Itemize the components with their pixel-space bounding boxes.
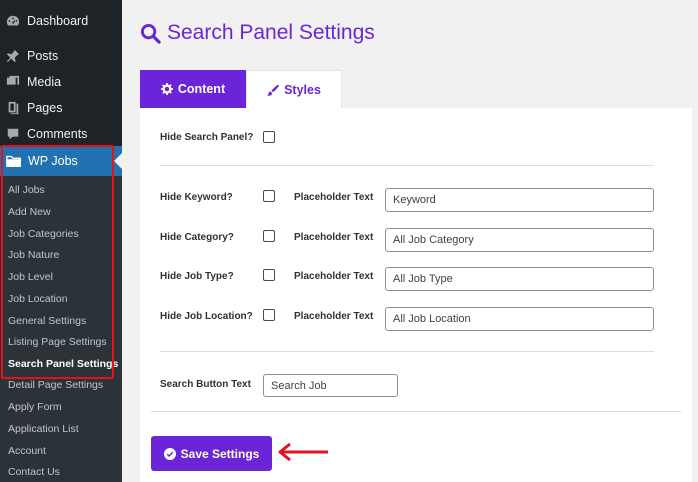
menu-item-label: Comments	[27, 127, 88, 141]
paint-brush-icon	[267, 84, 280, 96]
page-title-text: Search Panel Settings	[167, 21, 375, 44]
folder-icon	[6, 154, 22, 168]
divider	[160, 351, 654, 352]
hide-job-location-checkbox[interactable]	[263, 309, 275, 321]
menu-item-label: WP Jobs	[28, 154, 78, 168]
hide-keyword-checkbox[interactable]	[263, 190, 275, 202]
menu-item-label: Posts	[27, 49, 59, 63]
submenu-job-nature[interactable]: Job Nature	[8, 249, 59, 261]
tab-label: Styles	[284, 82, 321, 97]
submenu-job-categories[interactable]: Job Categories	[8, 228, 79, 240]
tab-label: Content	[177, 82, 226, 96]
submenu-job-level[interactable]: Job Level	[8, 271, 53, 283]
search-button-text-label: Search Button Text	[160, 379, 251, 390]
hide-job-type-label: Hide Job Type?	[160, 271, 234, 282]
tab-styles[interactable]: Styles	[246, 70, 342, 108]
hide-category-checkbox[interactable]	[263, 230, 275, 242]
pin-icon	[6, 49, 20, 63]
submenu-general-settings[interactable]: General Settings	[8, 315, 86, 327]
admin-sidebar: Dashboard Posts Media Pages Comments WP …	[0, 0, 122, 482]
save-settings-label: Save Settings	[180, 446, 260, 461]
comment-icon	[6, 127, 20, 141]
menu-item-pages[interactable]: Pages	[0, 95, 122, 121]
menu-item-posts[interactable]: Posts	[0, 43, 122, 69]
submenu-job-location[interactable]: Job Location	[8, 293, 68, 305]
submenu-search-panel-settings[interactable]: Search Panel Settings	[8, 358, 118, 370]
submenu-detail-page-settings[interactable]: Detail Page Settings	[8, 379, 103, 391]
submenu-contact-us[interactable]: Contact Us	[8, 466, 60, 478]
save-settings-button[interactable]: Save Settings	[151, 436, 272, 471]
divider	[160, 165, 654, 166]
hide-search-panel-checkbox[interactable]	[263, 131, 275, 143]
placeholder-text-label: Placeholder Text	[294, 271, 374, 282]
submenu-listing-page-settings[interactable]: Listing Page Settings	[8, 336, 107, 348]
submenu-apply-form[interactable]: Apply Form	[8, 401, 62, 413]
submenu-application-list[interactable]: Application List	[8, 423, 79, 435]
category-placeholder-input[interactable]: All Job Category	[385, 228, 654, 252]
submenu-account[interactable]: Account	[8, 445, 46, 457]
hide-keyword-label: Hide Keyword?	[160, 192, 233, 203]
menu-item-label: Pages	[27, 101, 63, 115]
job-type-placeholder-input[interactable]: All Job Type	[385, 267, 654, 291]
divider	[151, 411, 681, 412]
search-icon	[140, 23, 161, 44]
menu-item-wp-jobs[interactable]: WP Jobs	[0, 146, 122, 176]
menu-item-label: Media	[27, 75, 62, 89]
dashboard-icon	[6, 14, 20, 28]
menu-item-dashboard[interactable]: Dashboard	[0, 8, 122, 34]
placeholder-text-label: Placeholder Text	[294, 232, 374, 243]
hide-job-type-checkbox[interactable]	[263, 269, 275, 281]
job-location-placeholder-input[interactable]: All Job Location	[385, 307, 654, 331]
tab-content[interactable]: Content	[140, 70, 246, 108]
gear-icon	[160, 83, 173, 95]
submenu-all-jobs[interactable]: All Jobs	[8, 184, 45, 196]
hide-search-panel-label: Hide Search Panel?	[160, 132, 254, 143]
search-button-text-input[interactable]: Search Job	[263, 374, 398, 397]
menu-item-comments[interactable]: Comments	[0, 121, 122, 147]
annotation-arrow-icon	[278, 442, 328, 462]
hide-category-label: Hide Category?	[160, 232, 234, 243]
wp-jobs-submenu: All Jobs Add New Job Categories Job Natu…	[0, 176, 122, 482]
menu-item-label: Dashboard	[27, 14, 89, 28]
keyword-placeholder-input[interactable]: Keyword	[385, 188, 654, 212]
media-icon	[6, 75, 20, 89]
check-circle-icon	[163, 447, 176, 460]
menu-item-media[interactable]: Media	[0, 69, 122, 95]
page-title: Search Panel Settings	[140, 18, 375, 48]
hide-job-location-label: Hide Job Location?	[160, 311, 253, 322]
placeholder-text-label: Placeholder Text	[294, 311, 374, 322]
active-menu-pointer	[114, 153, 122, 169]
pages-icon	[6, 101, 20, 115]
submenu-add-new[interactable]: Add New	[8, 206, 51, 218]
placeholder-text-label: Placeholder Text	[294, 192, 374, 203]
